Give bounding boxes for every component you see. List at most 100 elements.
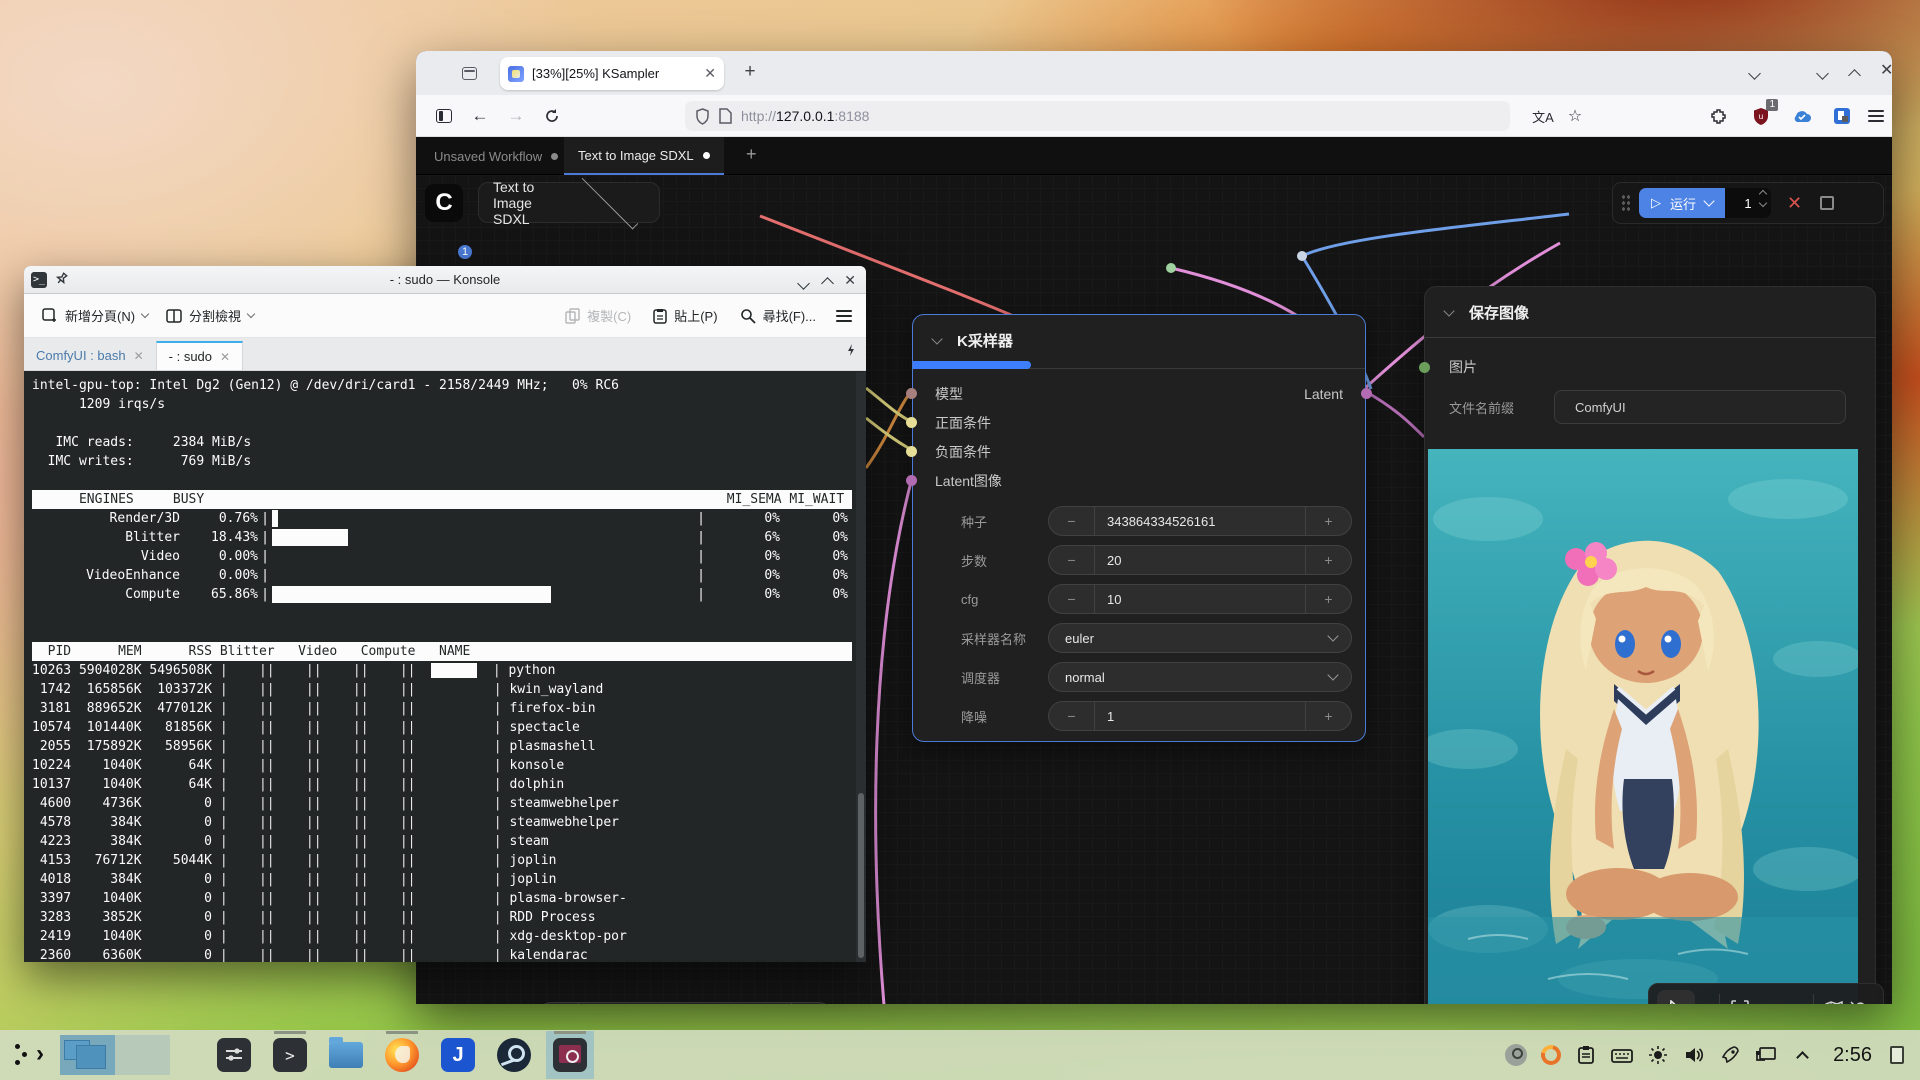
konsole-tab-comfyui[interactable]: ComfyUI : bash✕ (24, 341, 156, 370)
tab-close-icon[interactable]: ✕ (704, 65, 716, 82)
stop-icon[interactable] (1820, 196, 1834, 210)
back-button[interactable]: ← (468, 104, 492, 128)
comfyui-logo[interactable]: C (425, 184, 463, 222)
find-button[interactable]: 尋找(F)... (740, 306, 816, 325)
minimap-icon[interactable] (1822, 1001, 1846, 1004)
workflow-selector[interactable]: Text to Image SDXL (478, 182, 660, 223)
ksampler-input-1[interactable]: 正面条件 (913, 408, 1365, 437)
copy-button[interactable]: 複製(C) (565, 306, 631, 325)
forward-button[interactable]: → (504, 104, 528, 128)
plus-icon[interactable]: + (1306, 591, 1351, 607)
shield-icon[interactable] (695, 108, 710, 125)
display-connect-icon[interactable] (1755, 1044, 1777, 1066)
minus-icon[interactable]: − (1049, 591, 1094, 607)
collapse-chevron-icon[interactable] (1443, 305, 1454, 316)
task-steam[interactable] (490, 1031, 538, 1079)
tab-close-icon[interactable]: ✕ (220, 350, 230, 364)
tab-overflow-icon[interactable] (1750, 65, 1766, 81)
browser-tab[interactable]: [33%][25%] KSampler ✕ (500, 57, 724, 90)
firefox-view-icon[interactable] (462, 64, 480, 82)
desktop-1[interactable] (60, 1035, 115, 1075)
generated-image-preview[interactable] (1428, 449, 1858, 1004)
privacy-shield-icon[interactable] (1830, 105, 1854, 127)
run-count-input[interactable]: 1 (1725, 188, 1771, 218)
ksampler-input-2[interactable]: 负面条件 (913, 437, 1365, 466)
task-dolphin[interactable] (322, 1031, 370, 1079)
filename-prefix-input[interactable]: ComfyUI (1554, 390, 1846, 424)
number-widget[interactable]: −343864334526161+ (1048, 506, 1352, 536)
cancel-run-icon[interactable]: ✕ (1787, 193, 1802, 214)
split-view-button[interactable]: 分割檢視 (166, 306, 254, 325)
input-port-dot[interactable] (906, 388, 917, 399)
taskbar-clock[interactable]: 2:56 (1833, 1044, 1872, 1067)
minus-icon[interactable]: − (1049, 513, 1094, 529)
minus-icon[interactable]: − (1049, 552, 1094, 568)
fit-view-icon[interactable] (1728, 1000, 1752, 1004)
plus-icon[interactable]: + (1306, 552, 1351, 568)
brightness-icon[interactable] (1647, 1044, 1669, 1066)
sidebar-toggle-icon[interactable] (432, 104, 456, 128)
extensions-puzzle-icon[interactable] (1708, 105, 1730, 127)
paste-button[interactable]: 貼上(P) (653, 306, 717, 325)
window-maximize-button[interactable] (1850, 65, 1866, 81)
select-widget[interactable]: euler (1048, 623, 1352, 653)
chevron-down-icon[interactable] (1796, 1001, 1807, 1004)
number-widget[interactable]: −10+ (1048, 584, 1352, 614)
ublock-icon[interactable]: u 1 (1750, 105, 1772, 127)
input-port-dot[interactable] (906, 446, 917, 457)
window-maximize-button[interactable] (823, 275, 832, 293)
tray-expand-chevron-icon[interactable] (1791, 1044, 1813, 1066)
terminal-output[interactable]: intel-gpu-top: Intel Dg2 (Gen12) @ /dev/… (24, 372, 866, 962)
launcher-rocket-icon[interactable] (1719, 1044, 1741, 1066)
minus-icon[interactable]: − (1049, 708, 1094, 724)
volume-icon[interactable] (1683, 1044, 1705, 1066)
window-minimize-button[interactable] (1818, 65, 1834, 81)
number-widget[interactable]: −1+ (1048, 701, 1352, 731)
keyboard-icon[interactable] (1611, 1044, 1633, 1066)
task-systemsettings[interactable] (210, 1031, 258, 1079)
clipboard-icon[interactable] (1575, 1044, 1597, 1066)
chevron-down-icon[interactable] (1701, 1001, 1712, 1004)
plus-icon[interactable]: + (1306, 513, 1351, 529)
image-port-dot[interactable] (1419, 362, 1430, 373)
plus-icon[interactable]: + (1306, 708, 1351, 724)
window-close-button[interactable]: ✕ (1880, 62, 1896, 78)
new-tab-button[interactable]: 新增分頁(N) (42, 306, 148, 325)
tray-steam-icon[interactable] (1505, 1044, 1527, 1066)
input-port-dot[interactable] (906, 417, 917, 428)
menu-hamburger-icon[interactable] (836, 307, 852, 325)
peek-desktop-button[interactable] (1890, 1046, 1904, 1064)
select-widget[interactable]: normal (1048, 662, 1352, 692)
terminal-scrollbar[interactable] (856, 372, 866, 962)
workflow-tab-unsaved[interactable]: Unsaved Workflow (420, 137, 572, 175)
app-launcher-button[interactable]: › (12, 1038, 46, 1072)
window-close-button[interactable]: ✕ (844, 272, 856, 290)
virtual-desktop-pager[interactable] (60, 1035, 170, 1075)
translate-icon[interactable]: 文A (1530, 105, 1556, 127)
tray-app-icon[interactable] (1537, 1041, 1564, 1068)
toggle-links-icon[interactable] (1846, 1000, 1870, 1004)
input-port-dot[interactable] (906, 475, 917, 486)
workflow-tab-active[interactable]: Text to Image SDXL (564, 137, 724, 175)
konsole-title-bar[interactable]: >_ - : sudo — Konsole ✕ (24, 266, 866, 294)
ksampler-input-0[interactable]: 模型 (913, 379, 1365, 408)
output-port-dot[interactable] (1361, 388, 1372, 399)
drag-handle-icon[interactable] (1621, 194, 1631, 212)
scrollbar-thumb[interactable] (858, 793, 864, 958)
expand-tabbar-icon[interactable] (846, 343, 856, 362)
page-info-icon[interactable] (719, 108, 732, 124)
new-workflow-button[interactable]: + (746, 144, 757, 165)
node-fragment-stepper[interactable]: − 1 + (535, 1002, 835, 1004)
task-joplin[interactable]: J (434, 1031, 482, 1079)
window-minimize-button[interactable] (799, 275, 808, 293)
reload-button[interactable] (540, 104, 564, 128)
run-button[interactable]: ▷ 运行 (1639, 188, 1725, 218)
menu-hamburger-icon[interactable] (1868, 107, 1890, 129)
task-firefox[interactable] (378, 1031, 426, 1079)
stepper-icons[interactable] (1760, 191, 1766, 206)
new-tab-button[interactable]: + (738, 61, 762, 83)
tab-close-icon[interactable]: ✕ (134, 349, 144, 363)
zoom-level[interactable]: 101% (1758, 1002, 1791, 1005)
cloud-sync-icon[interactable] (1790, 105, 1814, 127)
number-widget[interactable]: −20+ (1048, 545, 1352, 575)
